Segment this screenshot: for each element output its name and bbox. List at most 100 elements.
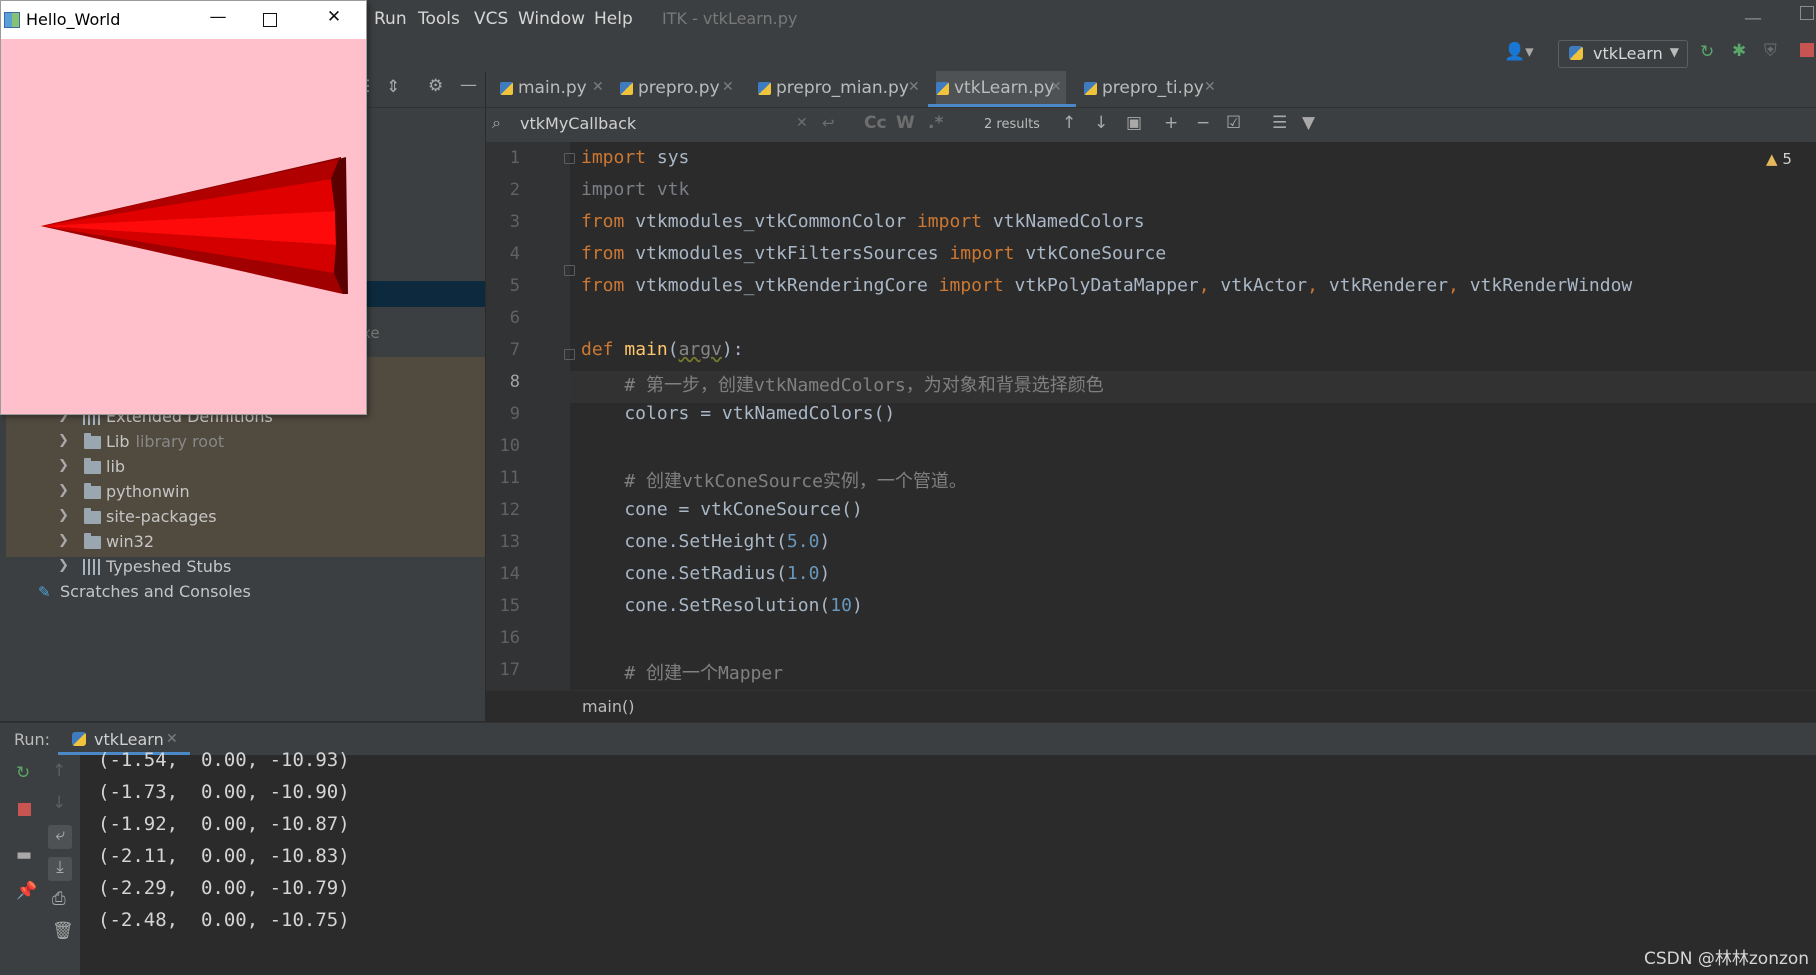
scroll-to-end-icon[interactable]: ⤓	[48, 857, 72, 881]
rerun-icon[interactable]: ↻	[1700, 42, 1714, 62]
window-title: ITK - vtkLearn.py	[662, 9, 798, 28]
tree-item-typeshed-stubs[interactable]: ❯ Typeshed Stubs	[0, 556, 485, 580]
close-icon[interactable]: ✕	[1050, 79, 1062, 95]
print-icon[interactable]: ⎙	[52, 889, 66, 909]
code-line: # 创建vtkConeSource实例，一个管道。	[624, 471, 967, 492]
run-label: Run:	[14, 730, 51, 749]
trash-icon[interactable]: 🗑	[52, 921, 74, 941]
stop-icon[interactable]	[1800, 43, 1814, 57]
tree-item-scratches[interactable]: ✎ Scratches and Consoles	[0, 581, 485, 605]
popup-title-bar[interactable]: Hello_World — ✕	[1, 1, 366, 39]
warning-icon: ▲	[1766, 150, 1778, 168]
line-number: 5	[509, 276, 520, 296]
run-tab-label: vtkLearn	[94, 730, 164, 749]
arrow-up-icon[interactable]: ↑	[52, 761, 66, 781]
soft-wrap-icon[interactable]: ⤶	[48, 825, 72, 849]
select-all-occurrences-icon[interactable]: ▣	[1126, 113, 1142, 133]
breadcrumb-item[interactable]: main()	[582, 697, 634, 716]
add-occurrence-icon[interactable]: +	[1164, 113, 1178, 133]
coverage-icon[interactable]: ⛨	[1764, 41, 1777, 61]
line-number: 11	[499, 468, 520, 488]
console-line: (-1.73, 0.00, -10.90)	[98, 781, 350, 803]
code-line: colors = vtkNamedColors()	[581, 403, 896, 424]
close-icon[interactable]: ✕	[908, 79, 920, 95]
user-icon[interactable]: 👤▾	[1504, 42, 1534, 62]
arrow-down-icon[interactable]: ↓	[1094, 113, 1108, 133]
tab-main-py[interactable]: main.py ✕	[500, 71, 610, 107]
debug-icon[interactable]: ✱	[1732, 41, 1746, 61]
close-icon[interactable]: ✕	[592, 79, 604, 95]
line-number: 1	[509, 148, 520, 168]
code-line: cone.SetResolution(10)	[581, 595, 863, 616]
code-editor[interactable]: 1 2 3 4 5 6 7 8 9 10 11 12 13 14 15 16 17 import sys imp…	[486, 142, 1816, 690]
tab-vtklearn-py[interactable]: vtkLearn.py ✕	[928, 71, 1076, 107]
chevron-right-icon[interactable]: ❯	[58, 458, 69, 473]
fold-icon[interactable]	[564, 349, 575, 360]
close-icon[interactable]: ✕	[722, 79, 734, 95]
menu-vcs[interactable]: VCS	[474, 9, 508, 29]
tree-item-label: Typeshed Stubs	[106, 557, 232, 576]
menu-window[interactable]: Window	[518, 9, 585, 29]
filter-icon[interactable]: ▼	[1302, 113, 1315, 133]
chevron-right-icon[interactable]: ❯	[58, 558, 69, 573]
python-file-icon	[500, 82, 513, 95]
run-console[interactable]: (-1.54, 0.00, -10.93) (-1.73, 0.00, -10.…	[80, 749, 1816, 975]
chevron-right-icon[interactable]: ❯	[58, 433, 69, 448]
layout-icon[interactable]: ▬	[16, 845, 32, 865]
menu-tools[interactable]: Tools	[418, 9, 460, 29]
warnings-indicator[interactable]: ▲ 5	[1766, 150, 1792, 168]
hide-panel-icon[interactable]: —	[460, 75, 477, 95]
arrow-up-icon[interactable]: ↑	[1062, 113, 1076, 133]
minimize-icon[interactable]: —	[205, 7, 231, 33]
maximize-icon[interactable]	[263, 13, 277, 27]
new-line-icon[interactable]: ↩	[822, 114, 835, 132]
run-side-toolbar: ↻ ↑ ↓ ⤶ ▬ ⤓ 📌 ⎙ 🗑	[0, 755, 80, 975]
match-case-toggle[interactable]: Cc	[864, 113, 887, 133]
tree-item-pythonwin[interactable]: ❯ pythonwin	[0, 481, 485, 505]
fold-icon[interactable]	[564, 265, 575, 276]
search-icon[interactable]: ⌕	[492, 113, 501, 133]
tab-prepro-mian-py[interactable]: prepro_mian.py ✕	[758, 71, 924, 107]
tree-item-lib[interactable]: ❯ lib	[0, 456, 485, 480]
regex-toggle[interactable]: .*	[928, 113, 943, 133]
whole-word-toggle[interactable]: W	[896, 113, 915, 133]
console-line: (-1.54, 0.00, -10.93)	[98, 749, 350, 771]
console-line: (-1.92, 0.00, -10.87)	[98, 813, 350, 835]
tree-item-site-packages[interactable]: ❯ site-packages	[0, 506, 485, 530]
rerun-icon[interactable]: ↻	[16, 763, 30, 783]
vtk-render-window[interactable]: Hello_World — ✕	[0, 0, 367, 415]
stop-icon[interactable]	[18, 803, 31, 816]
pin-icon[interactable]: 📌	[16, 881, 37, 901]
maximize-icon[interactable]	[1800, 6, 1814, 20]
minimize-icon[interactable]: —	[1744, 8, 1762, 29]
library-icon	[83, 559, 101, 575]
tree-item-win32[interactable]: ❯ win32	[0, 531, 485, 555]
gear-icon[interactable]: ⚙	[428, 76, 443, 96]
remove-occurrence-icon[interactable]: −	[1196, 113, 1210, 133]
tab-prepro-py[interactable]: prepro.py ✕	[620, 71, 734, 107]
code-line: from vtkmodules_vtkRenderingCore import …	[581, 275, 1633, 296]
menu-run[interactable]: Run	[374, 9, 407, 29]
menu-help[interactable]: Help	[594, 9, 633, 29]
tab-prepro-ti-py[interactable]: prepro_ti.py ✕	[1084, 71, 1216, 107]
chevron-right-icon[interactable]: ❯	[58, 483, 69, 498]
tree-item-label: site-packages	[106, 507, 217, 526]
filter-settings-icon[interactable]: ☰	[1272, 113, 1287, 133]
close-icon[interactable]: ✕	[1204, 79, 1216, 95]
code-line: # 第一步，创建vtkNamedColors，为对象和背景选择颜色	[624, 375, 1104, 396]
clear-icon[interactable]: ✕	[796, 115, 808, 131]
line-number: 8	[509, 372, 520, 392]
chevron-right-icon[interactable]: ❯	[58, 533, 69, 548]
render-viewport[interactable]	[1, 39, 366, 414]
fold-icon[interactable]	[564, 153, 575, 164]
chevron-right-icon[interactable]: ❯	[58, 508, 69, 523]
python-icon	[1569, 46, 1583, 60]
arrow-down-icon[interactable]: ↓	[52, 793, 66, 813]
tree-item-lib-root[interactable]: ❯ Lib library root	[0, 431, 485, 455]
find-input[interactable]: ⌕ vtkMyCallback ✕ ↩	[486, 108, 846, 142]
close-icon[interactable]: ✕	[321, 7, 347, 33]
close-icon[interactable]: ✕	[166, 731, 178, 747]
collapse-all-icon[interactable]: ⇕	[386, 77, 400, 97]
select-all-icon[interactable]: ☑	[1226, 113, 1241, 133]
run-config-selector[interactable]: vtkLearn ▼	[1558, 40, 1688, 68]
